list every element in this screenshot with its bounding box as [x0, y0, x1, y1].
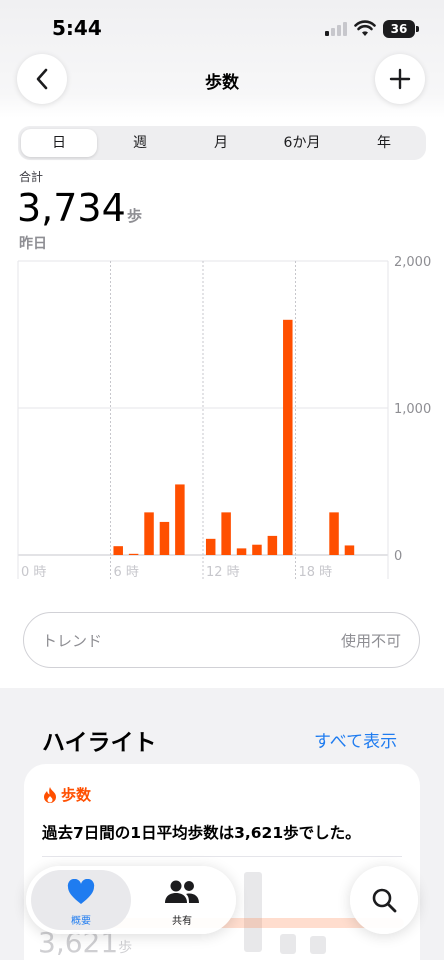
y-tick-label: 2,000 — [394, 255, 431, 270]
chart-bar — [175, 484, 185, 555]
x-tick-label: 6 時 — [114, 565, 139, 580]
flame-icon — [44, 786, 56, 803]
tab-summary-icon-wrap — [31, 879, 131, 905]
trend-value: 使用不可 — [340, 632, 401, 650]
range-tab-year[interactable]: 年 — [345, 129, 423, 157]
chart-bar — [128, 553, 139, 555]
steps-bar-chart[interactable]: 2,000 1,000 0 0 時 6 時 12 時 18 時 — [0, 250, 444, 590]
chart-bar — [283, 319, 293, 555]
chart-bar — [221, 512, 231, 555]
tab-bar: 概要 共有 — [26, 866, 236, 934]
chart-bar — [252, 544, 262, 555]
total-label: 合計 — [19, 170, 44, 184]
trend-label: トレンド — [42, 632, 103, 650]
card-category-label: 歩数 — [61, 786, 92, 804]
range-tab-month[interactable]: 月 — [181, 129, 261, 157]
status-bar: 5:44 36 — [0, 0, 444, 58]
chart-bar — [267, 535, 278, 555]
search-icon — [372, 888, 397, 913]
plus-icon — [389, 68, 411, 90]
card-category: 歩数 — [42, 784, 91, 805]
trend-row[interactable]: トレンド 使用不可 — [23, 612, 420, 668]
tab-summary-label: 概要 — [71, 916, 91, 927]
show-all-link[interactable]: すべて表示 — [314, 727, 397, 752]
chart-bar — [236, 548, 247, 555]
chart-bar — [329, 512, 339, 555]
total-unit: 歩 — [127, 207, 143, 225]
chart-bar — [113, 546, 123, 555]
battery-nub — [416, 26, 419, 32]
chart-bar — [205, 538, 216, 555]
range-tab-day[interactable]: 日 — [21, 129, 97, 157]
card-divider — [42, 856, 402, 857]
people-icon — [165, 880, 199, 903]
tab-sharing-icon-wrap — [132, 879, 232, 905]
card-text: 過去7日間の1日平均歩数は3,621歩でした。 — [42, 824, 361, 842]
x-tick-label: 12 時 — [206, 565, 240, 580]
chart-bar — [159, 521, 170, 555]
wifi-icon — [354, 20, 376, 36]
battery-icon: 36 — [383, 20, 415, 38]
card-faded-unit: 歩 — [118, 940, 133, 956]
total-value: 3,734 — [17, 186, 126, 230]
tab-sharing[interactable]: 共有 — [132, 870, 232, 930]
range-segmented-control: 日 週 月 6か月 年 — [18, 126, 426, 160]
y-tick-label: 0 — [394, 549, 402, 564]
cellular-signal-icon — [325, 22, 347, 36]
chart-bar — [344, 545, 355, 555]
y-tick-label: 1,000 — [394, 402, 431, 417]
search-button[interactable] — [350, 866, 418, 934]
highlights-title: ハイライト — [42, 730, 157, 756]
range-tab-6months[interactable]: 6か月 — [262, 129, 342, 157]
heart-icon — [67, 879, 95, 904]
add-data-button[interactable] — [375, 54, 425, 104]
card-preview-bar — [280, 934, 296, 954]
chart-bar — [144, 512, 154, 555]
x-tick-label: 18 時 — [299, 565, 333, 580]
status-time: 5:44 — [52, 16, 102, 40]
range-tab-week[interactable]: 週 — [100, 129, 180, 157]
tab-sharing-label: 共有 — [172, 916, 192, 927]
tab-summary[interactable]: 概要 — [31, 870, 131, 930]
card-preview-bar — [310, 936, 326, 954]
x-tick-label: 0 時 — [21, 565, 46, 580]
card-preview-bar — [244, 872, 262, 952]
